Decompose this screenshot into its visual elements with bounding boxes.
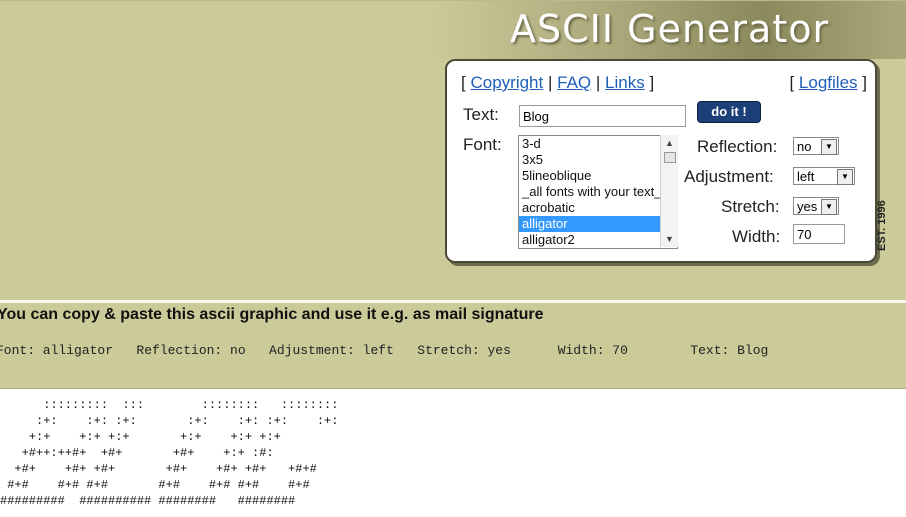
nav-separator: | xyxy=(595,73,601,92)
stretch-value: yes xyxy=(797,199,818,214)
adjustment-value: left xyxy=(797,169,815,184)
adjustment-label: Adjustment: xyxy=(684,167,774,186)
do-it-button[interactable]: do it ! xyxy=(697,101,761,123)
font-option[interactable]: 5lineoblique xyxy=(519,168,677,184)
reflection-select[interactable]: no ▼ xyxy=(793,137,839,155)
bracket-open: [ xyxy=(789,73,795,92)
font-list-scrollbar[interactable]: ▲ ▼ xyxy=(660,135,678,247)
font-listbox[interactable]: 3-d 3x5 5lineoblique _all fonts with you… xyxy=(518,135,678,249)
width-input[interactable]: 70 xyxy=(793,224,845,244)
text-input[interactable] xyxy=(519,105,686,127)
font-option[interactable]: 3-d xyxy=(519,136,677,152)
font-label: Font: xyxy=(463,135,502,154)
bracket-close: ] xyxy=(649,73,655,92)
text-label: Text: xyxy=(463,105,499,124)
result-info-area: You can copy & paste this ascii graphic … xyxy=(0,303,906,389)
nav-separator: | xyxy=(547,73,553,92)
est-badge: EST. 1996 xyxy=(876,200,888,251)
font-option[interactable]: acrobatic xyxy=(519,200,677,216)
site-title: ASCII Generator xyxy=(510,7,830,51)
scroll-thumb[interactable] xyxy=(664,152,676,163)
scroll-up-icon[interactable]: ▲ xyxy=(661,136,678,150)
logfiles-link[interactable]: Logfiles xyxy=(799,73,858,92)
generator-panel: [ Copyright | FAQ | Links ] [ Logfiles ]… xyxy=(445,59,877,263)
font-option[interactable]: _all fonts with your text_ xyxy=(519,184,677,200)
header-area: ASCII Generator [ Copyright | FAQ | Link… xyxy=(0,0,906,301)
links-link[interactable]: Links xyxy=(605,73,645,92)
chevron-down-icon: ▼ xyxy=(821,199,837,215)
copyright-link[interactable]: Copyright xyxy=(470,73,543,92)
font-option[interactable]: alligator2 xyxy=(519,232,677,248)
chevron-down-icon: ▼ xyxy=(837,169,853,185)
stretch-label: Stretch: xyxy=(721,197,780,216)
scroll-down-icon[interactable]: ▼ xyxy=(661,232,678,246)
result-headline: You can copy & paste this ascii graphic … xyxy=(0,306,544,323)
top-nav: [ Copyright | FAQ | Links ] xyxy=(461,73,654,93)
faq-link[interactable]: FAQ xyxy=(557,73,591,92)
reflection-value: no xyxy=(797,139,812,154)
logfiles-nav: [ Logfiles ] xyxy=(789,73,867,93)
font-option-selected[interactable]: alligator xyxy=(519,216,677,232)
width-label: Width: xyxy=(732,227,781,246)
bracket-close: ] xyxy=(862,73,867,92)
reflection-label: Reflection: xyxy=(697,137,778,156)
stretch-select[interactable]: yes ▼ xyxy=(793,197,839,215)
chevron-down-icon: ▼ xyxy=(821,139,837,155)
result-settings-line: Font: alligator Reflection: no Adjustmen… xyxy=(0,343,769,358)
bracket-open: [ xyxy=(461,73,466,92)
font-option[interactable]: 3x5 xyxy=(519,152,677,168)
adjustment-select[interactable]: left ▼ xyxy=(793,167,855,185)
ascii-output[interactable]: ::::::::: ::: :::::::: :::::::: :+: :+: … xyxy=(0,397,338,509)
